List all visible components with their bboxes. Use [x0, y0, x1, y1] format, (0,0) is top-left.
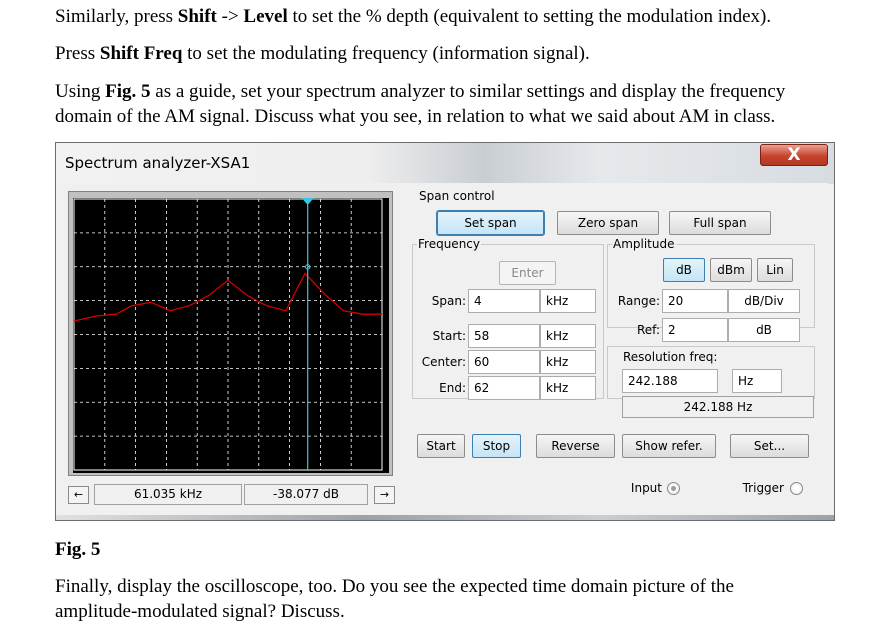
resolution-input[interactable]: 242.188	[622, 369, 718, 393]
enter-button[interactable]: Enter	[499, 261, 556, 285]
paragraph-guide-line2: domain of the AM signal. Discuss what yo…	[55, 106, 776, 127]
span-unit: kHz	[540, 289, 596, 313]
frequency-label: Frequency	[417, 237, 481, 251]
range-input[interactable]: 20	[662, 289, 728, 313]
range-unit: dB/Div	[728, 289, 800, 313]
cursor[interactable]	[301, 198, 314, 470]
span-label: Span:	[431, 294, 466, 308]
range-label: Range:	[617, 294, 660, 308]
ref-input[interactable]: 2	[662, 318, 728, 342]
end-unit: kHz	[540, 376, 596, 400]
trigger-radio[interactable]	[790, 482, 803, 495]
end-label: End:	[439, 381, 466, 395]
spectrum-plot	[73, 198, 383, 471]
dbm-button[interactable]: dBm	[710, 258, 752, 282]
text: as a guide, set your spectrum analyzer t…	[150, 81, 786, 102]
text: to set the % depth (equivalent to settin…	[287, 6, 772, 27]
input-label: Input	[630, 481, 662, 495]
amplitude-group	[607, 244, 815, 328]
cursor-level: -38.077 dB	[244, 484, 368, 505]
reverse-button[interactable]: Reverse	[536, 434, 615, 458]
cursor-frequency: 61.035 kHz	[94, 484, 242, 505]
bold-text: Level	[243, 6, 288, 27]
text: Press	[55, 43, 100, 64]
ref-unit: dB	[728, 318, 800, 342]
window-bottom-bar	[56, 515, 834, 520]
text: ->	[216, 6, 244, 27]
cursor-left-button[interactable]: ←	[68, 486, 89, 504]
bold-text: Shift Freq	[99, 43, 183, 64]
center-unit: kHz	[540, 350, 596, 374]
text: to set the modulating frequency (informa…	[182, 43, 590, 64]
input-radio[interactable]	[667, 482, 680, 495]
bold-text: Shift	[177, 6, 217, 27]
title-bar[interactable]: Spectrum analyzer-XSA1 X	[56, 143, 834, 184]
text: Using	[55, 81, 106, 102]
start-button[interactable]: Start	[417, 434, 465, 458]
center-input[interactable]: 60	[468, 350, 540, 374]
start-unit: kHz	[540, 324, 596, 348]
close-button[interactable]: X	[760, 144, 828, 166]
set-button[interactable]: Set...	[730, 434, 809, 458]
cursor-right-button[interactable]: →	[374, 486, 395, 504]
end-input[interactable]: 62	[468, 376, 540, 400]
db-button[interactable]: dB	[663, 258, 705, 282]
paragraph-guide: Using Fig. 5 as a guide, set your spectr…	[55, 79, 785, 104]
paragraph-freq: Press Shift Freq to set the modulating f…	[55, 41, 590, 66]
start-label: Start:	[432, 329, 466, 343]
left-arrow-icon: ←	[73, 488, 84, 501]
window-body: ← 61.035 kHz -38.077 dB → Span control S…	[62, 183, 828, 514]
full-span-button[interactable]: Full span	[669, 211, 771, 235]
show-refer-button[interactable]: Show refer.	[622, 434, 716, 458]
resolution-unit: Hz	[732, 369, 782, 393]
center-label: Center:	[421, 355, 466, 369]
cursor-handle-icon	[301, 198, 314, 205]
plot-grid	[73, 198, 383, 471]
paragraph-final-line2: amplitude-modulated signal? Discuss.	[55, 601, 345, 622]
set-span-button[interactable]: Set span	[437, 211, 544, 235]
amplitude-label: Amplitude	[612, 237, 676, 251]
span-input[interactable]: 4	[468, 289, 540, 313]
text: Similarly, press	[55, 6, 178, 27]
paragraph-level: Similarly, press Shift -> Level to set t…	[55, 4, 771, 29]
resolution-display: 242.188 Hz	[622, 396, 814, 418]
figure-caption: Fig. 5	[55, 539, 101, 560]
bold-text: Fig. 5	[105, 81, 151, 102]
spectrum-analyzer-window: Spectrum analyzer-XSA1 X ← 61.035 kHz -3…	[55, 142, 835, 521]
ref-label: Ref:	[636, 323, 660, 337]
span-control-label: Span control	[418, 189, 496, 203]
paragraph-final-line1: Finally, display the oscilloscope, too. …	[55, 576, 734, 597]
lin-button[interactable]: Lin	[757, 258, 793, 282]
start-input[interactable]: 58	[468, 324, 540, 348]
right-arrow-icon: →	[379, 488, 390, 501]
trigger-label: Trigger	[742, 481, 784, 495]
stop-button[interactable]: Stop	[472, 434, 521, 458]
zero-span-button[interactable]: Zero span	[557, 211, 659, 235]
resolution-label: Resolution freq:	[622, 350, 719, 364]
spectrum-display-frame	[68, 191, 393, 476]
window-title: Spectrum analyzer-XSA1	[65, 154, 251, 172]
spectrum-display[interactable]	[73, 198, 389, 473]
cursor-readout: ← 61.035 kHz -38.077 dB →	[68, 483, 395, 509]
